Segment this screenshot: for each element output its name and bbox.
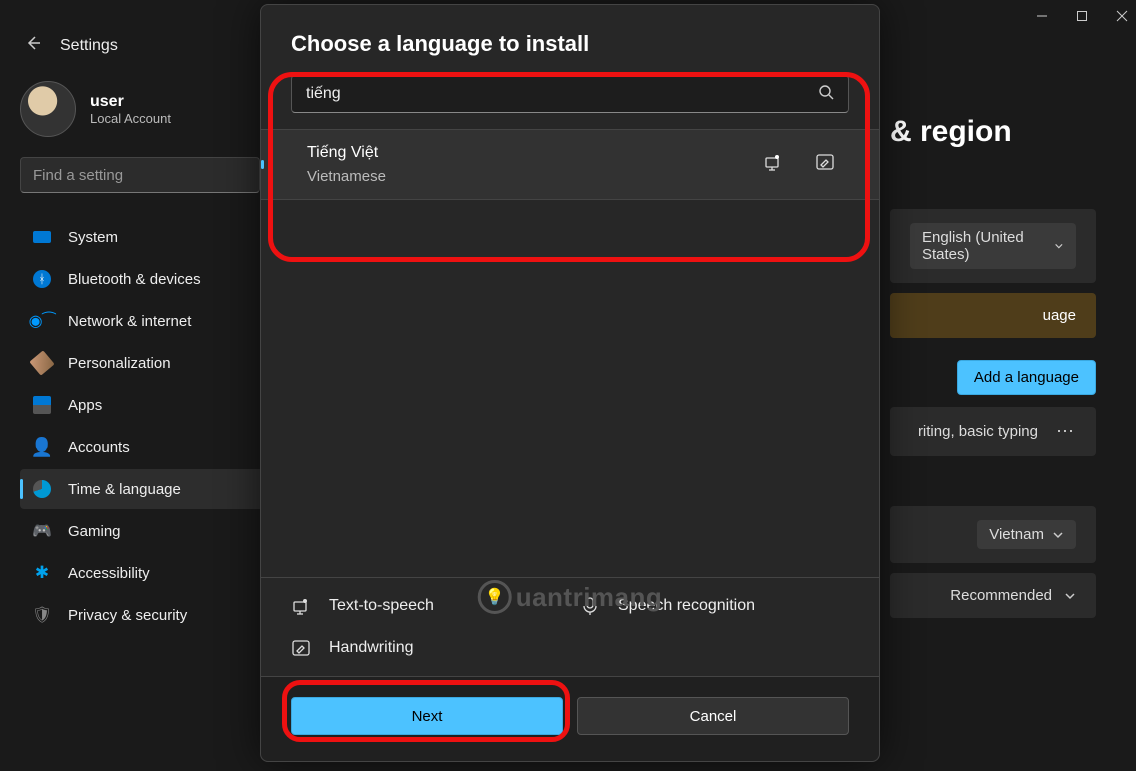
result-native-name: Tiếng Việt (307, 144, 763, 162)
nav-label: Bluetooth & devices (68, 271, 201, 288)
nav-label: System (68, 229, 118, 246)
next-button[interactable]: Next (291, 697, 563, 735)
dialog-title: Choose a language to install (261, 5, 879, 75)
text-to-speech-icon (291, 596, 311, 616)
search-icon (818, 84, 834, 105)
apps-icon (33, 396, 51, 414)
nav-label: Personalization (68, 355, 171, 372)
chevron-down-icon (1052, 529, 1064, 541)
search-input[interactable]: Find a setting (20, 157, 260, 193)
feature-handwriting: Handwriting (291, 638, 560, 658)
chevron-down-icon (1054, 240, 1064, 252)
feature-text: riting, basic typing (918, 423, 1038, 440)
display-language-card[interactable]: English (United States) (890, 209, 1096, 283)
person-icon: 👤 (32, 437, 52, 457)
sidebar-item-privacy[interactable]: 🛡 Privacy & security (20, 595, 282, 635)
close-button[interactable] (1116, 10, 1128, 22)
more-options-button[interactable]: ⋯ (1056, 421, 1076, 442)
user-name: user (90, 93, 171, 111)
sidebar-item-network[interactable]: ◉⁀ Network & internet (20, 301, 282, 341)
feature-label: Handwriting (329, 639, 413, 657)
language-result-vietnamese[interactable]: Tiếng Việt Vietnamese (261, 130, 879, 199)
install-language-dialog: Choose a language to install tiếng Tiếng… (260, 4, 880, 762)
sidebar-item-bluetooth[interactable]: ᚼ Bluetooth & devices (20, 259, 282, 299)
chevron-down-icon (1064, 590, 1076, 602)
search-placeholder: Find a setting (33, 167, 123, 184)
feature-label: Text-to-speech (329, 597, 434, 615)
handwriting-icon (815, 152, 835, 177)
back-button[interactable] (24, 34, 42, 57)
minimize-button[interactable] (1036, 10, 1048, 22)
language-search-input[interactable]: tiếng (291, 75, 849, 113)
regional-format-row[interactable]: Recommended (890, 573, 1096, 618)
nav-label: Time & language (68, 481, 181, 498)
app-title: Settings (60, 37, 118, 55)
bluetooth-icon: ᚼ (33, 270, 51, 288)
display-icon (33, 231, 51, 243)
sidebar-item-gaming[interactable]: 🎮 Gaming (20, 511, 282, 551)
user-block[interactable]: user Local Account (20, 81, 282, 137)
maximize-button[interactable] (1076, 10, 1088, 22)
sidebar-item-accounts[interactable]: 👤 Accounts (20, 427, 282, 467)
handwriting-icon (291, 638, 311, 658)
result-english-name: Vietnamese (307, 168, 763, 185)
add-language-button[interactable]: Add a language (957, 360, 1096, 395)
search-value: tiếng (306, 85, 341, 103)
sidebar-item-time-language[interactable]: Time & language (20, 469, 282, 509)
cancel-button[interactable]: Cancel (577, 697, 849, 735)
wifi-icon: ◉⁀ (32, 311, 52, 331)
sidebar-item-accessibility[interactable]: ✱ Accessibility (20, 553, 282, 593)
nav-label: Accounts (68, 439, 130, 456)
regional-value: Recommended (950, 587, 1052, 604)
dropdown-value: Vietnam (989, 526, 1044, 543)
dropdown-value: English (United States) (922, 229, 1046, 263)
warning-bar: uage (890, 293, 1096, 338)
sidebar-item-personalization[interactable]: Personalization (20, 343, 282, 383)
country-card[interactable]: Vietnam (890, 506, 1096, 563)
sidebar: user Local Account Find a setting System… (0, 65, 290, 771)
nav-label: Gaming (68, 523, 121, 540)
nav-label: Apps (68, 397, 102, 414)
shield-icon: 🛡 (32, 605, 52, 625)
nav-label: Privacy & security (68, 607, 187, 624)
gamepad-icon: 🎮 (32, 521, 52, 541)
nav-label: Accessibility (68, 565, 150, 582)
country-dropdown[interactable]: Vietnam (977, 520, 1076, 549)
accessibility-icon: ✱ (32, 563, 52, 583)
display-language-dropdown[interactable]: English (United States) (910, 223, 1076, 269)
text-to-speech-icon (763, 152, 783, 177)
warn-text: uage (1043, 307, 1076, 324)
nav-label: Network & internet (68, 313, 191, 330)
user-subtitle: Local Account (90, 111, 171, 126)
clock-globe-icon (33, 480, 51, 498)
brush-icon (29, 350, 54, 375)
sidebar-item-system[interactable]: System (20, 217, 282, 257)
sidebar-item-apps[interactable]: Apps (20, 385, 282, 425)
language-item-card[interactable]: riting, basic typing ⋯ (890, 407, 1096, 456)
watermark: 💡uantrimang (478, 580, 663, 614)
avatar (20, 81, 76, 137)
